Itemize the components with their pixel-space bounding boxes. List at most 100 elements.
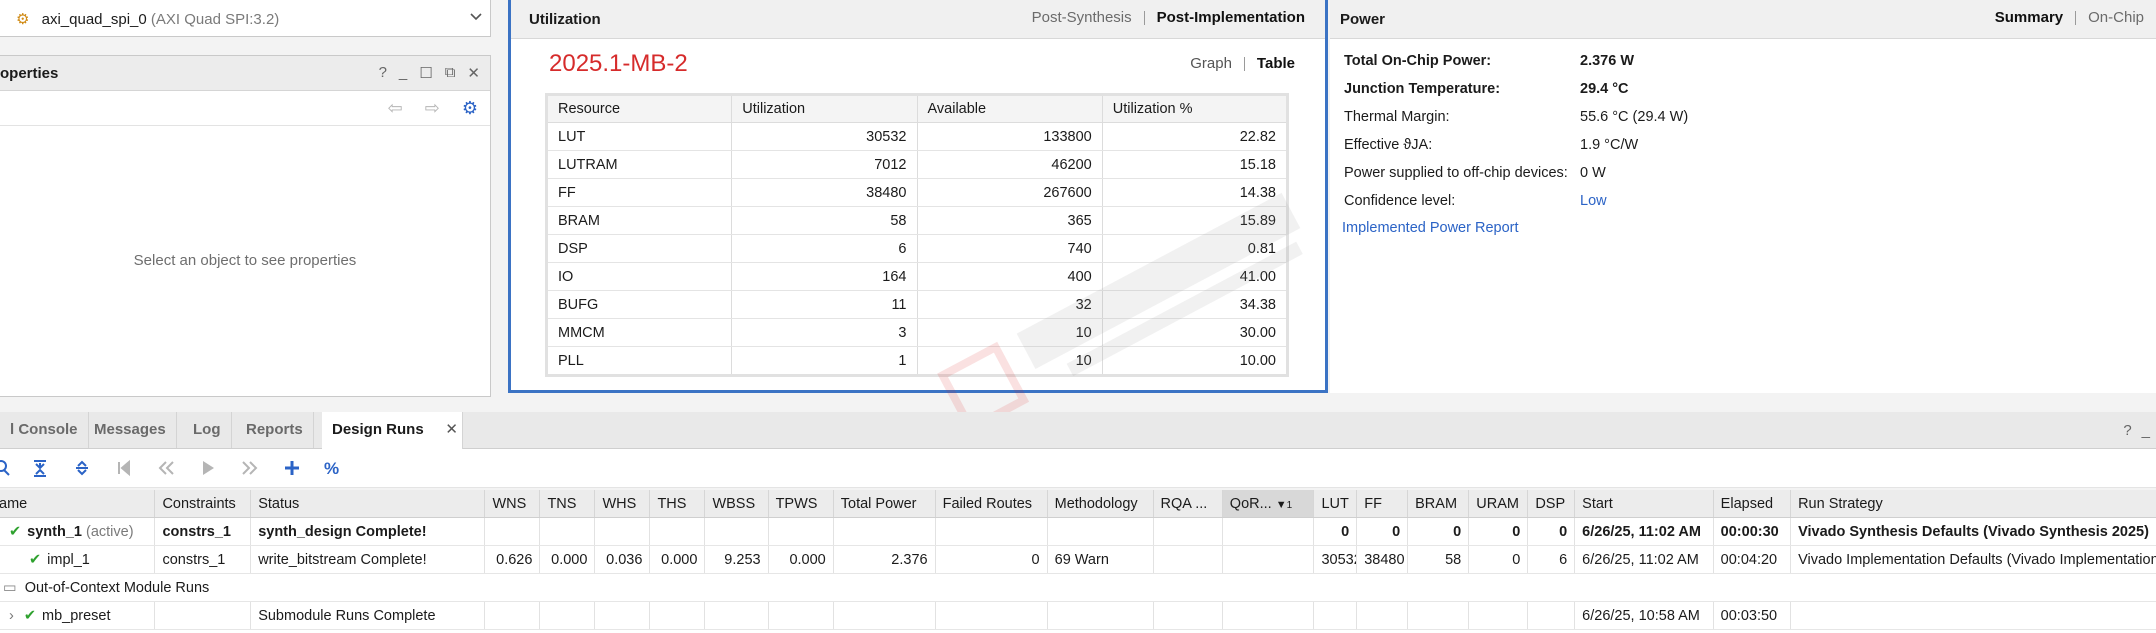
resource-name: FF [546, 178, 733, 207]
tab-summary[interactable]: Summary [1983, 9, 2075, 26]
table-row[interactable]: MMCM 3 10 30.00 [546, 318, 1289, 347]
checkmark-icon: ✔ [23, 607, 36, 624]
table-row[interactable]: BUFG 11 32 34.38 [546, 290, 1289, 319]
utilization-table: Resource Utilization Available Utilizati… [545, 93, 1289, 377]
add-run-icon[interactable] [282, 458, 302, 478]
tab-post-synthesis[interactable]: Post-Synthesis [1020, 9, 1144, 26]
percent-value: 15.89 [1102, 206, 1289, 235]
close-icon[interactable]: ✕ [467, 64, 480, 82]
run-whs: 0.036 [594, 545, 651, 574]
table-row[interactable]: DSP 6 740 0.81 [546, 234, 1289, 263]
available-value: 267600 [917, 178, 1103, 207]
utilization-value: 38480 [731, 178, 918, 207]
table-row[interactable]: BRAM 58 365 15.89 [546, 206, 1289, 235]
tab-tcl-console[interactable]: l Console [0, 412, 89, 448]
close-tab-icon[interactable]: ✕ [445, 412, 458, 448]
table-row-mb-preset[interactable]: › ✔ mb_preset Submodule Runs Complete 6/26… [0, 601, 2156, 630]
column-header-qor[interactable]: QoR... ▼1 [1222, 490, 1315, 518]
minimize-icon[interactable]: _ [399, 64, 407, 82]
tree-item-axi-quad-spi[interactable]: ⚙ axi_quad_spi_0 (AXI Quad SPI:3.2) [8, 10, 279, 28]
help-icon[interactable]: ? [2123, 422, 2131, 439]
run-uram: 0 [1468, 545, 1529, 574]
percent-icon[interactable]: % [323, 458, 343, 478]
next-icon[interactable] [240, 458, 260, 478]
column-header[interactable]: Total Power [833, 490, 936, 518]
group-row-ooc[interactable]: ▭ Out-of-Context Module Runs [0, 573, 2156, 602]
column-header[interactable]: DSP [1527, 490, 1576, 518]
tree-item-name: axi_quad_spi_0 [41, 11, 147, 28]
run-status: write_bitstream Complete! [250, 545, 486, 574]
forward-arrow-icon[interactable]: ⇨ [425, 98, 440, 119]
column-header[interactable]: WNS [484, 490, 541, 518]
column-header[interactable]: ame [0, 490, 156, 518]
column-header[interactable]: URAM [1468, 490, 1529, 518]
tab-log[interactable]: Log [183, 412, 232, 448]
table-row[interactable]: LUT 30532 133800 22.82 [546, 122, 1289, 151]
power-panel: Power Summary On-Chip Total On-Chip Powe… [1330, 0, 2156, 393]
tab-post-implementation[interactable]: Post-Implementation [1145, 9, 1305, 26]
run-uram: 0 [1468, 517, 1529, 546]
table-row-synth-1[interactable]: ✔ synth_1 (active) constrs_1 synth_design… [0, 517, 2156, 546]
power-report-link[interactable]: Implemented Power Report [1342, 220, 1519, 236]
column-header[interactable]: Resource [546, 94, 733, 123]
tab-on-chip[interactable]: On-Chip [2076, 9, 2156, 26]
back-arrow-icon[interactable]: ⇦ [388, 98, 403, 119]
first-icon[interactable] [114, 458, 134, 478]
collapse-all-icon[interactable] [30, 458, 50, 478]
run-wbss [704, 517, 769, 546]
minimize-icon[interactable]: _ [2142, 422, 2150, 439]
column-header[interactable]: FF [1356, 490, 1409, 518]
search-icon[interactable] [0, 458, 14, 478]
column-header[interactable]: Status [250, 490, 486, 518]
column-header[interactable]: LUT [1313, 490, 1358, 518]
column-header[interactable]: BRAM [1407, 490, 1470, 518]
utilization-value: 164 [731, 262, 918, 291]
table-row[interactable]: IO 164 400 41.00 [546, 262, 1289, 291]
column-header[interactable]: WBSS [704, 490, 769, 518]
column-header[interactable]: TNS [539, 490, 596, 518]
gear-icon[interactable]: ⚙ [462, 98, 478, 119]
tab-messages[interactable]: Messages [84, 412, 177, 448]
column-header[interactable]: Start [1574, 490, 1714, 518]
view-graph-tab[interactable]: Graph [1178, 55, 1244, 72]
svg-text:%: % [324, 459, 339, 478]
column-header[interactable]: TPWS [768, 490, 834, 518]
column-header[interactable]: Run Strategy [1790, 490, 2156, 518]
help-icon[interactable]: ? [379, 64, 387, 82]
float-icon[interactable]: ⧉ [445, 64, 456, 82]
expand-all-icon[interactable] [72, 458, 92, 478]
expand-chevron-icon[interactable]: › [0, 608, 14, 624]
confidence-link[interactable]: Low [1580, 193, 1607, 209]
run-ths: 0.000 [649, 545, 706, 574]
table-row[interactable]: FF 38480 267600 14.38 [546, 178, 1289, 207]
table-row-impl-1[interactable]: ✔ impl_1 constrs_1 write_bitstream Comple… [0, 545, 2156, 574]
restore-icon[interactable]: ☐ [419, 64, 432, 82]
tab-reports[interactable]: Reports [236, 412, 314, 448]
tab-design-runs[interactable]: Design Runs ✕ [322, 412, 463, 449]
available-value: 400 [917, 262, 1103, 291]
chevron-down-icon[interactable] [468, 8, 484, 24]
table-row[interactable]: LUTRAM 7012 46200 15.18 [546, 150, 1289, 179]
column-header[interactable]: RQA ... [1153, 490, 1223, 518]
run-methodology[interactable]: 69 Warn [1047, 545, 1154, 574]
column-header[interactable]: WHS [594, 490, 651, 518]
column-header[interactable]: Available [917, 94, 1103, 123]
run-start: 6/26/25, 11:02 AM [1574, 545, 1714, 574]
run-rqa [1153, 545, 1223, 574]
previous-icon[interactable] [156, 458, 176, 478]
column-header[interactable]: Utilization % [1102, 94, 1289, 123]
column-header[interactable]: Failed Routes [935, 490, 1048, 518]
column-header[interactable]: Methodology [1047, 490, 1154, 518]
column-header[interactable]: Elapsed [1713, 490, 1792, 518]
design-runs-table: ame Constraints Status WNS TNS WHS THS W… [0, 490, 2156, 633]
column-header[interactable]: THS [649, 490, 706, 518]
run-name: impl_1 [47, 551, 90, 568]
view-table-tab[interactable]: Table [1245, 55, 1295, 72]
column-header[interactable]: Constraints [154, 490, 252, 518]
column-header[interactable]: Utilization [731, 94, 918, 123]
tree-item-detail: (AXI Quad SPI:3.2) [150, 11, 280, 28]
launch-run-icon[interactable] [198, 458, 218, 478]
table-header-row: Resource Utilization Available Utilizati… [546, 94, 1289, 123]
table-row[interactable]: PLL 1 10 10.00 [546, 346, 1289, 376]
power-label: Junction Temperature: [1344, 81, 1501, 97]
